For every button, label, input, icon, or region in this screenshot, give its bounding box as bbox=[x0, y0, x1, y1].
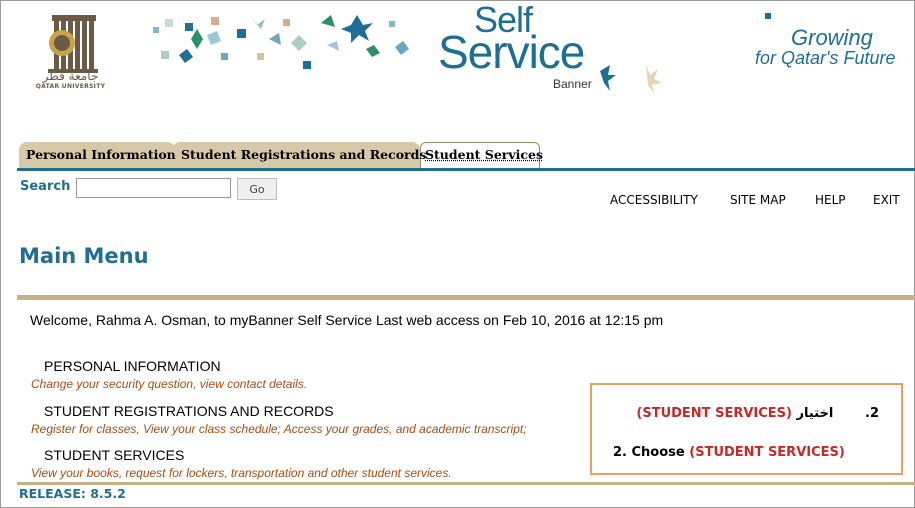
welcome-message: Welcome, Rahma A. Osman, to myBanner Sel… bbox=[30, 312, 664, 328]
release-version: RELEASE: 8.5.2 bbox=[19, 486, 126, 501]
menu-link-personal-information[interactable]: PERSONAL INFORMATION bbox=[44, 358, 221, 374]
callout-arabic-line: 2. اختيار (STUDENT SERVICES) bbox=[636, 406, 879, 421]
callout-english-highlight: (STUDENT SERVICES) bbox=[689, 445, 845, 460]
menu-link-student-registrations[interactable]: STUDENT REGISTRATIONS AND RECORDS bbox=[44, 403, 334, 419]
callout-english-text: 2. Choose bbox=[613, 445, 685, 460]
decorative-pattern bbox=[153, 15, 409, 69]
service-wordmark: Service bbox=[438, 26, 585, 78]
instruction-callout: 2. اختيار (STUDENT SERVICES) 2. Choose (… bbox=[590, 383, 903, 475]
tab-underline-bar bbox=[17, 168, 915, 171]
tab-personal-information[interactable]: Personal Information bbox=[26, 142, 176, 168]
callout-arabic-number: 2. bbox=[865, 406, 879, 421]
banner-wordmark: Banner bbox=[553, 77, 592, 91]
slogan-growing: Growing bbox=[791, 25, 873, 50]
search-label: Search bbox=[20, 179, 71, 194]
menu-link-student-services[interactable]: STUDENT SERVICES bbox=[44, 447, 184, 463]
menu-desc-personal-information: Change your security question, view cont… bbox=[31, 377, 308, 391]
tab-student-services[interactable]: Student Services bbox=[425, 142, 543, 168]
menu-desc-student-services: View your books, request for lockers, tr… bbox=[31, 466, 452, 480]
decorative-square bbox=[765, 13, 771, 19]
link-help[interactable]: HELP bbox=[815, 193, 846, 207]
title-divider bbox=[17, 295, 915, 300]
link-accessibility[interactable]: ACCESSIBILITY bbox=[610, 193, 698, 207]
footer-divider bbox=[17, 482, 915, 485]
tab-student-registrations[interactable]: Student Registrations and Records bbox=[181, 142, 426, 168]
search-go-button[interactable]: Go bbox=[237, 178, 277, 200]
search-input[interactable] bbox=[76, 178, 231, 198]
banner-header: جامعة قطر QATAR UNIVERSITY Self Service … bbox=[1, 1, 913, 109]
menu-desc-student-registrations: Register for classes, View your class sc… bbox=[31, 422, 527, 436]
callout-arabic-highlight: (STUDENT SERVICES) bbox=[636, 406, 792, 421]
decorative-stars bbox=[600, 65, 662, 93]
university-name-latin: QATAR UNIVERSITY bbox=[35, 83, 106, 90]
callout-arabic-text: اختيار bbox=[796, 406, 834, 421]
university-name-arabic: جامعة قطر bbox=[42, 69, 99, 83]
callout-english-line: 2. Choose (STUDENT SERVICES) bbox=[613, 445, 845, 460]
link-exit[interactable]: EXIT bbox=[873, 193, 900, 207]
page-title: Main Menu bbox=[19, 244, 149, 268]
link-site-map[interactable]: SITE MAP bbox=[730, 193, 786, 207]
slogan-qatar-future: for Qatar's Future bbox=[755, 48, 896, 68]
